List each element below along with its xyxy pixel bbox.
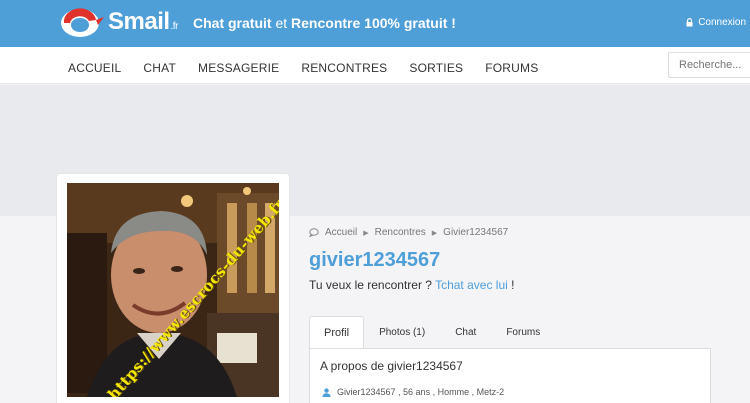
about-title: A propos de givier1234567 [320,359,463,373]
profile-info-text: Givier1234567 , 56 ans , Homme , Metz-2 [337,387,505,397]
chevron-right-icon: ▶ [431,229,438,237]
lock-icon [686,18,693,27]
breadcrumb-item-current: Givier1234567 [443,227,509,238]
breadcrumb-item-rencontres[interactable]: Rencontres [375,227,426,238]
profile-photo[interactable]: https://www.escrocs-du-web.fr [67,183,279,397]
nav-bar: ACCUEIL CHAT MESSAGERIE RENCONTRES SORTI… [0,47,750,84]
tagline: Chat gratuit et Rencontre 100% gratuit ! [193,15,456,31]
nav-item-accueil[interactable]: ACCUEIL [68,61,121,75]
chevron-right-icon: ▶ [363,229,369,237]
main-nav: ACCUEIL CHAT MESSAGERIE RENCONTRES SORTI… [68,61,560,75]
breadcrumb: Accueil ▶ Rencontres ▶ Givier1234567 [309,227,508,238]
photo-image [67,183,279,397]
smail-logo-icon[interactable] [58,6,106,40]
profile-photo-card: https://www.escrocs-du-web.fr [57,174,289,403]
nav-item-forums[interactable]: FORUMS [485,61,538,75]
search-input[interactable] [668,52,750,78]
chat-with-him-link[interactable]: Tchat avec lui [435,278,508,292]
connexion-link[interactable]: Connexion [686,17,746,28]
user-icon [322,387,331,397]
profile-panel: A propos de givier1234567 Givier1234567 … [309,348,711,403]
tab-chat[interactable]: Chat [440,316,491,349]
nav-item-chat[interactable]: CHAT [143,61,176,75]
tab-photos[interactable]: Photos (1) [364,316,440,349]
speech-bubble-icon [309,228,319,237]
profile-tabs: Profil Photos (1) Chat Forums [309,316,555,349]
meet-prompt: Tu veux le rencontrer ? Tchat avec lui ! [309,278,515,292]
profile-username: givier1234567 [309,249,441,271]
nav-item-rencontres[interactable]: RENCONTRES [301,61,387,75]
brand-name[interactable]: Smail.fr [108,8,178,36]
tab-profil[interactable]: Profil [309,316,365,349]
nav-item-messagerie[interactable]: MESSAGERIE [198,61,279,75]
profile-info: Givier1234567 , 56 ans , Homme , Metz-2 [322,387,504,397]
tab-forums[interactable]: Forums [491,316,555,349]
nav-item-sorties[interactable]: SORTIES [409,61,463,75]
breadcrumb-item-accueil[interactable]: Accueil [325,227,357,238]
top-bar: Smail.fr Chat gratuit et Rencontre 100% … [0,0,750,47]
